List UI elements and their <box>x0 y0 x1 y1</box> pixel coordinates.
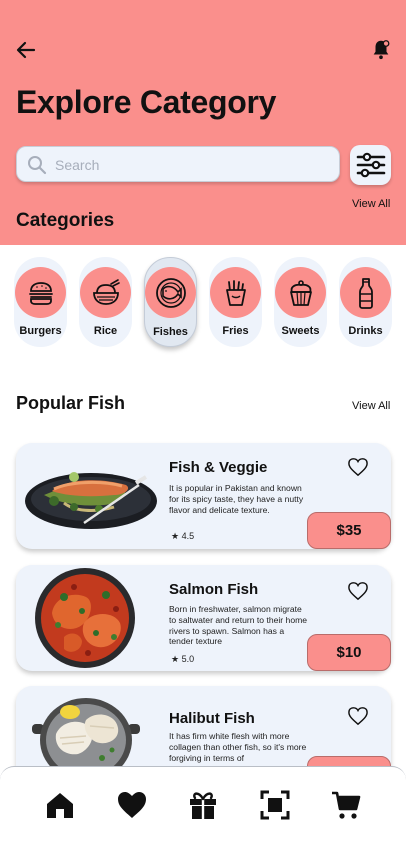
fish-plate-icon <box>155 277 186 308</box>
fish-veggie-dish-image <box>25 472 157 529</box>
popular-section-title: Popular Fish <box>16 393 126 413</box>
category-label: Fries <box>222 325 249 337</box>
heart-icon[interactable] <box>116 789 148 821</box>
food-name: Salmon Fish <box>169 581 259 598</box>
popular-view-all-link[interactable]: View All <box>352 400 390 412</box>
favorite-heart-icon[interactable] <box>347 581 369 601</box>
halibut-dish-image <box>32 698 140 774</box>
salmon-curry-dish-image <box>35 568 135 668</box>
food-name: Fish & Veggie <box>169 459 268 476</box>
category-fishes[interactable]: Fishes <box>144 257 197 347</box>
categories-view-all-link[interactable]: View All <box>352 198 390 210</box>
header: Explore Category Categories View All <box>0 0 406 245</box>
food-rating: ★ 4.5 <box>171 531 194 542</box>
back-arrow-icon[interactable] <box>14 38 38 62</box>
gift-icon[interactable] <box>187 789 219 821</box>
burger-icon <box>28 281 53 305</box>
favorite-heart-icon[interactable] <box>347 457 369 477</box>
food-name: Halibut Fish <box>169 710 255 727</box>
food-description: It has firm white flesh with more collag… <box>169 731 307 763</box>
price-tag[interactable]: $35 <box>307 512 391 549</box>
fries-icon <box>225 279 246 306</box>
category-drinks[interactable]: Drinks <box>339 257 392 347</box>
star-icon: ★ <box>171 654 180 664</box>
filter-button[interactable] <box>350 145 391 185</box>
category-label: Burgers <box>19 325 62 337</box>
category-sweets[interactable]: Sweets <box>274 257 327 347</box>
food-rating: ★ 5.0 <box>171 654 194 665</box>
price-tag[interactable]: $10 <box>307 634 391 671</box>
filter-sliders-icon <box>356 152 385 178</box>
bottle-icon <box>358 277 373 309</box>
food-card[interactable]: Salmon Fish Born in freshwater, salmon m… <box>16 565 391 671</box>
notification-bell-icon[interactable] <box>370 38 392 60</box>
search-icon <box>28 156 47 175</box>
rating-value: 4.5 <box>181 531 195 541</box>
category-label: Drinks <box>348 325 383 337</box>
category-label: Rice <box>93 325 118 337</box>
food-description: It is popular in Pakistan and known for … <box>169 483 304 515</box>
category-rice[interactable]: Rice <box>79 257 132 347</box>
home-icon[interactable] <box>44 789 76 821</box>
search-input[interactable] <box>53 153 327 177</box>
rice-bowl-icon <box>92 278 120 305</box>
categories-title: Categories <box>16 210 115 231</box>
food-description: Born in freshwater, salmon migrate to sa… <box>169 604 308 647</box>
rating-value: 5.0 <box>181 654 195 664</box>
category-fries[interactable]: Fries <box>209 257 262 347</box>
favorite-heart-icon[interactable] <box>347 706 369 726</box>
search-bar[interactable] <box>16 146 340 182</box>
cupcake-icon <box>289 279 312 306</box>
food-card[interactable]: Fish & Veggie It is popular in Pakistan … <box>16 443 391 549</box>
page-title: Explore Category <box>16 84 277 120</box>
category-label: Fishes <box>153 326 188 338</box>
category-list: Burgers Rice Fishes Fries Sweets Drinks <box>14 257 406 349</box>
bottom-navigation <box>0 766 406 844</box>
cart-icon[interactable] <box>330 789 362 821</box>
star-icon: ★ <box>171 531 180 541</box>
category-burgers[interactable]: Burgers <box>14 257 67 347</box>
scan-icon[interactable] <box>259 789 291 821</box>
category-label: Sweets <box>281 325 320 337</box>
